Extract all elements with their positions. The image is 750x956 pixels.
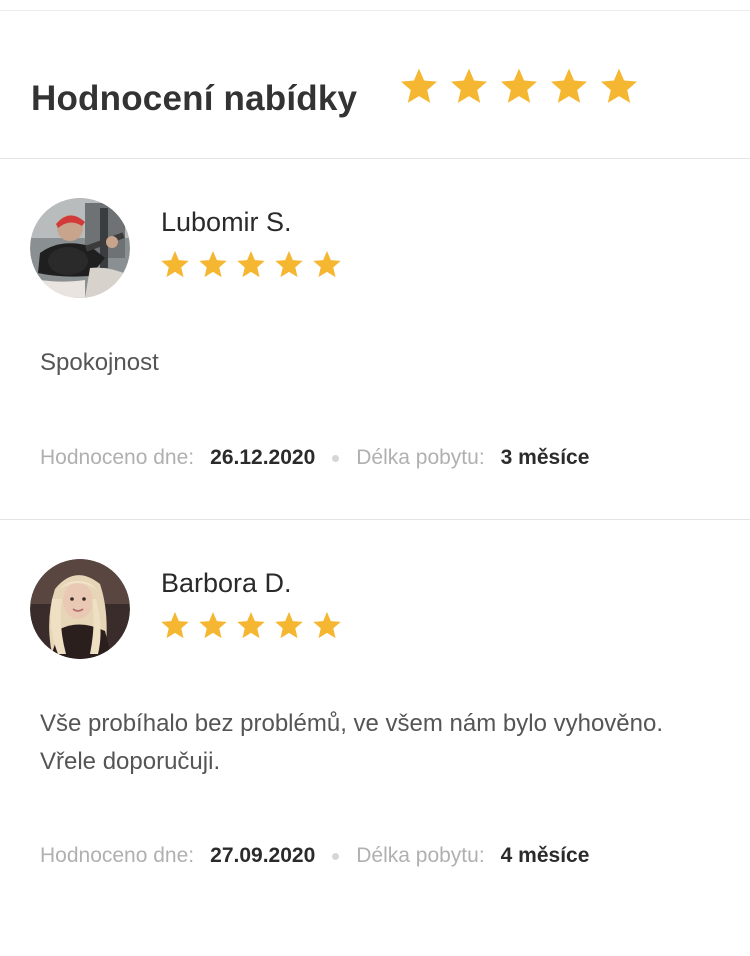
page-title: Hodnocení nabídky [31, 79, 358, 118]
rated-date-value: 27.09.2020 [210, 844, 316, 867]
offer-rating-header: Hodnocení nabídky [0, 11, 750, 159]
stay-length-value: 4 měsíce [500, 844, 590, 867]
rated-date-label: Hodnoceno dne: [40, 446, 195, 469]
star-icon [500, 68, 538, 103]
reviewer-name: Lubomir S. [161, 207, 292, 237]
review-meta: Hodnoceno dne: 26.12.2020 Délka pobytu: … [40, 446, 589, 470]
star-icon [237, 251, 265, 278]
stay-length-value: 3 měsíce [500, 446, 590, 469]
star-icon [199, 612, 227, 639]
review-text: Spokojnost [40, 349, 159, 376]
star-icon [313, 612, 341, 639]
star-icon [600, 68, 638, 103]
star-icon [161, 612, 189, 639]
review-meta: Hodnoceno dne: 27.09.2020 Délka pobytu: … [40, 844, 589, 868]
star-icon [199, 251, 227, 278]
stay-length-label: Délka pobytu: [356, 446, 485, 469]
star-icon [450, 68, 488, 103]
stay-length-label: Délka pobytu: [356, 844, 485, 867]
reviewer-name: Barbora D. [161, 568, 292, 598]
review-text: Vše probíhalo bez problémů, ve všem nám … [40, 710, 664, 775]
avatar[interactable] [30, 198, 130, 298]
star-icon [400, 68, 438, 103]
review-rating-stars [159, 249, 349, 281]
star-icon [275, 251, 303, 278]
reviews-page: Hodnocení nabídky Lubomir S. Spokojnost … [0, 0, 750, 956]
rated-date-value: 26.12.2020 [210, 446, 316, 469]
avatar[interactable] [30, 559, 130, 659]
star-icon [161, 251, 189, 278]
review-rating-stars [159, 610, 349, 642]
review-card: Barbora D. Vše probíhalo bez problémů, v… [0, 521, 750, 956]
star-icon [275, 612, 303, 639]
review-card: Lubomir S. Spokojnost Hodnoceno dne: 26.… [0, 160, 750, 520]
user-photo-blonde-icon [30, 559, 130, 659]
rated-date-label: Hodnoceno dne: [40, 844, 195, 867]
overall-rating-stars [398, 66, 648, 108]
separator-dot-icon [332, 454, 340, 462]
star-icon [237, 612, 265, 639]
user-photo-guitar-icon [30, 198, 130, 298]
star-icon [550, 68, 588, 103]
separator-dot-icon [332, 852, 340, 860]
star-icon [313, 251, 341, 278]
